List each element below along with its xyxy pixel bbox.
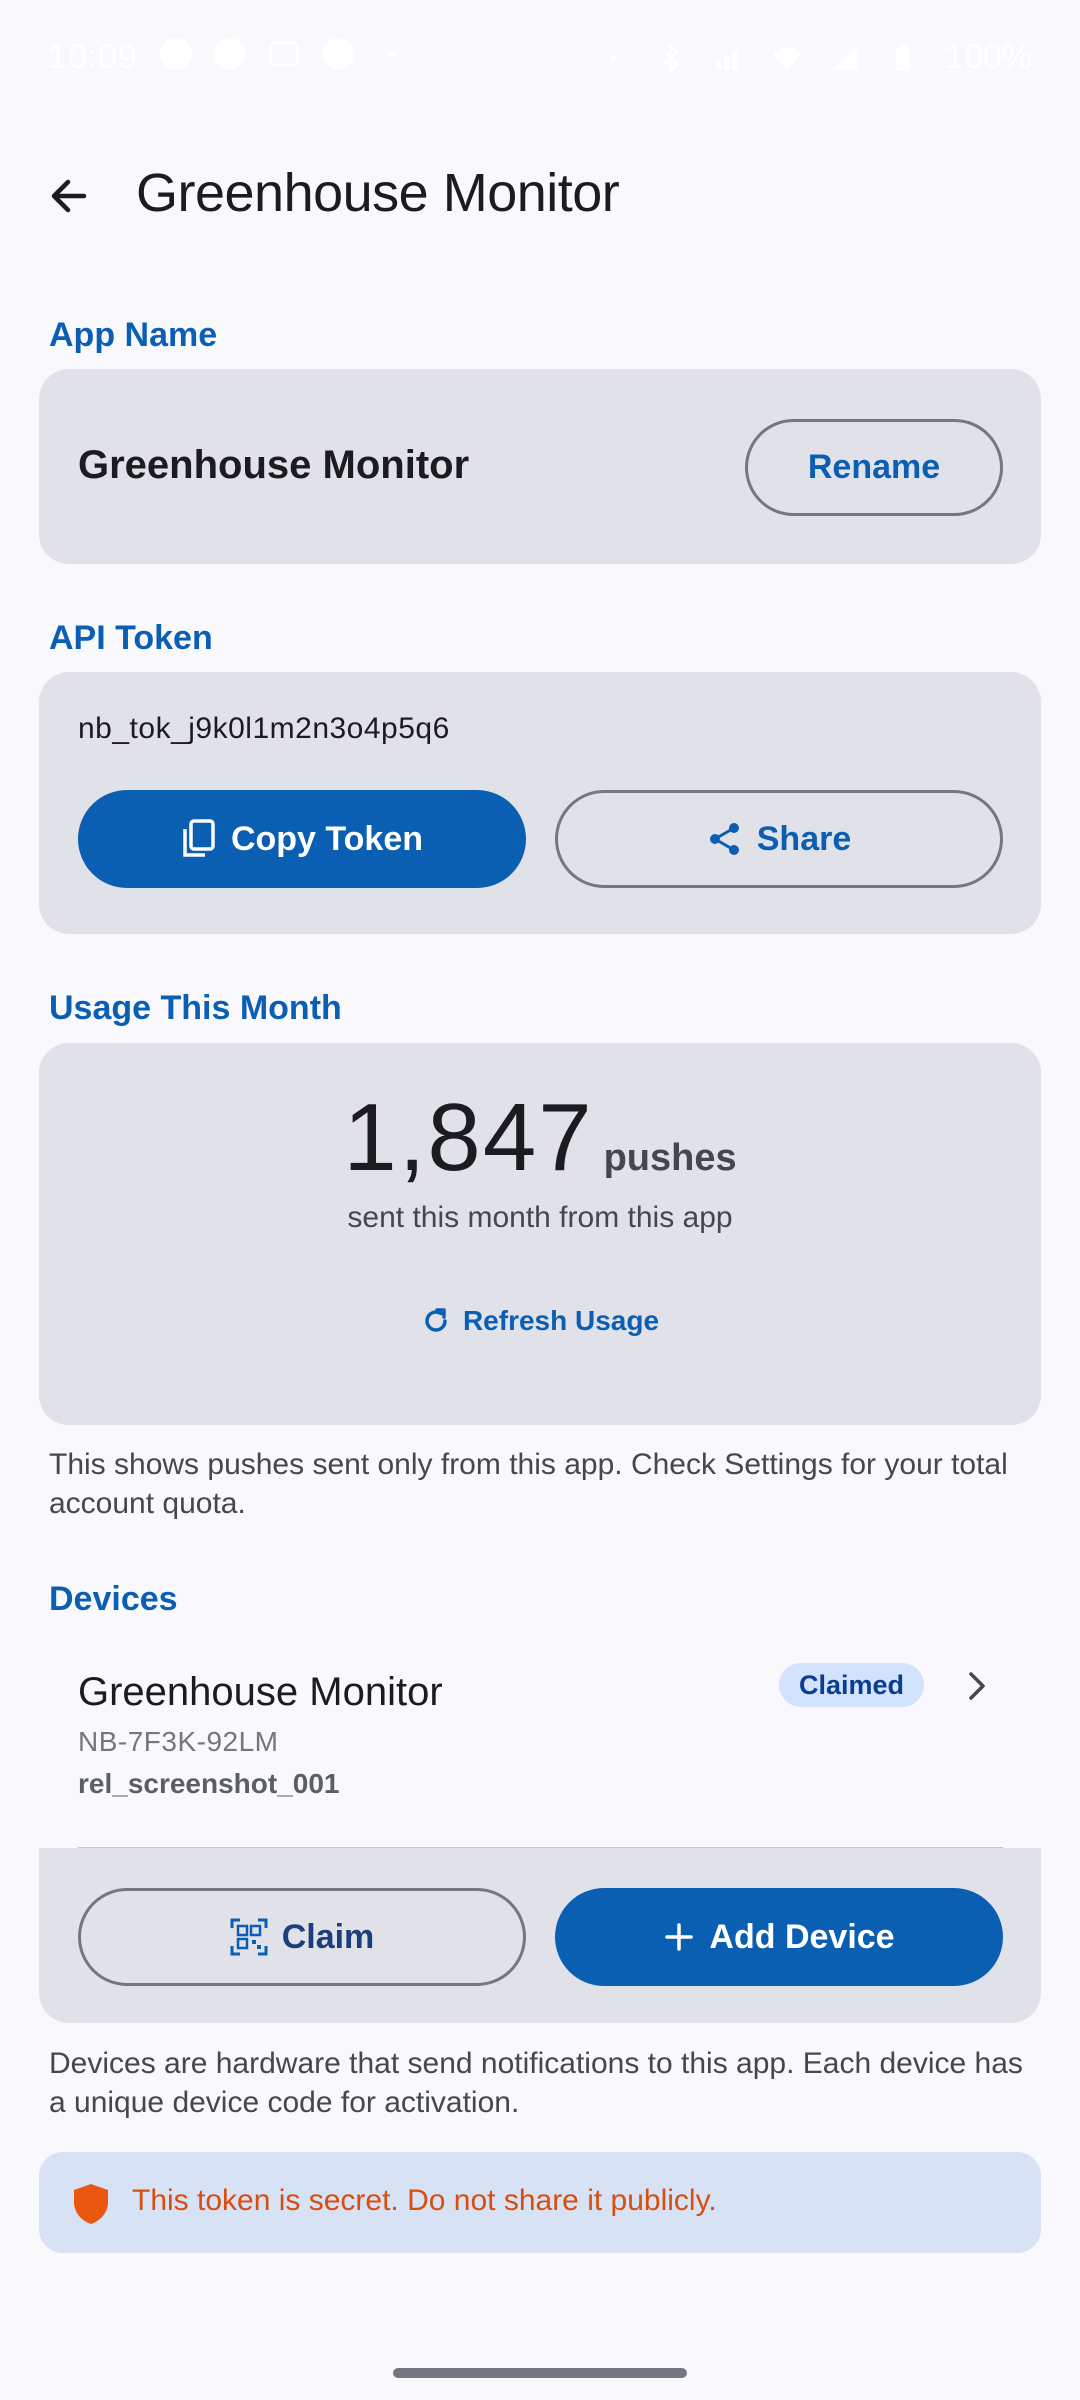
usage-helper-text: This shows pushes sent only from this ap…	[49, 1448, 1008, 1520]
plus-icon	[665, 1923, 694, 1951]
api-token-value: nb_tok_j9k0l1m2n3o4p5q6	[78, 712, 450, 745]
usage-subtitle: sent this month from this app	[347, 1201, 733, 1234]
status-badge: Claimed	[779, 1663, 925, 1707]
app-name-card: Greenhouse Monitor Rename	[39, 369, 1041, 564]
rename-button-label: Rename	[807, 448, 941, 486]
status-icons-right: 100%	[597, 38, 1032, 77]
usage-unit: pushes	[603, 1137, 737, 1179]
copy-token-button[interactable]: Copy Token	[78, 790, 526, 888]
device-ref: rel_screenshot_001	[78, 1768, 340, 1799]
shield-icon	[74, 2184, 108, 2224]
wifi-icon	[771, 42, 803, 74]
battery-percent: 100%	[945, 38, 1032, 76]
add-device-label: Add Device	[709, 1917, 895, 1956]
top-app-bar: Greenhouse Monitor	[0, 140, 1080, 250]
refresh-usage-button[interactable]: Refresh Usage	[39, 1305, 1041, 1337]
image-icon	[268, 38, 300, 70]
back-button[interactable]	[40, 166, 100, 226]
chevron-right-icon	[969, 1672, 985, 1700]
rename-button[interactable]: Rename	[745, 419, 1003, 516]
status-icons-left	[160, 38, 408, 70]
api-token-card: nb_tok_j9k0l1m2n3o4p5q6 Copy Token Share	[39, 672, 1041, 934]
usage-count-row: 1,847 pushes	[39, 1083, 1041, 1193]
battery-icon	[887, 42, 919, 74]
bluetooth-icon	[655, 41, 687, 74]
usage-count: 1,847	[343, 1084, 594, 1191]
device-actions-card: Claim Add Device	[39, 1848, 1041, 2023]
devices-label: Devices	[49, 1580, 178, 1618]
page-title: Greenhouse Monitor	[136, 163, 620, 223]
secret-warning: This token is secret. Do not share it pu…	[39, 2152, 1041, 2253]
copy-token-label: Copy Token	[230, 819, 424, 858]
share-label: Share	[756, 819, 852, 858]
vibrate-icon	[597, 42, 629, 74]
qr-scan-icon	[230, 1918, 268, 1956]
info-icon	[322, 38, 354, 70]
signal-icon	[713, 42, 745, 74]
status-time: 10:09	[48, 38, 139, 76]
sync-icon	[160, 38, 192, 70]
claim-button[interactable]: Claim	[78, 1888, 526, 1986]
share-icon	[709, 823, 739, 855]
warning-text: This token is secret. Do not share it pu…	[132, 2184, 717, 2217]
share-button[interactable]: Share	[555, 790, 1003, 888]
usage-label: Usage This Month	[49, 989, 342, 1027]
devices-helper-text: Devices are hardware that send notificat…	[49, 2047, 1023, 2119]
home-indicator[interactable]	[393, 2368, 687, 2378]
arrow-back-icon	[51, 179, 87, 213]
refresh-icon	[425, 1308, 447, 1332]
usage-card: 1,847 pushes sent this month from this ap…	[39, 1043, 1041, 1425]
copy-icon	[183, 819, 215, 857]
refresh-usage-label: Refresh Usage	[462, 1305, 660, 1336]
info-icon	[214, 38, 246, 70]
status-bar: 10:09 100%	[0, 0, 1080, 115]
app-name-value: Greenhouse Monitor	[78, 443, 470, 487]
dot-icon	[376, 38, 408, 70]
claim-label: Claim	[281, 1917, 375, 1956]
cellular-icon	[829, 42, 861, 74]
api-token-label: API Token	[49, 619, 213, 657]
add-device-button[interactable]: Add Device	[555, 1888, 1003, 1986]
device-code: NB-7F3K-92LM	[78, 1726, 279, 1757]
list-item[interactable]: Greenhouse Monitor NB-7F3K-92LM rel_scre…	[39, 1640, 1041, 1845]
device-name: Greenhouse Monitor	[78, 1670, 443, 1714]
app-name-label: App Name	[49, 316, 218, 354]
